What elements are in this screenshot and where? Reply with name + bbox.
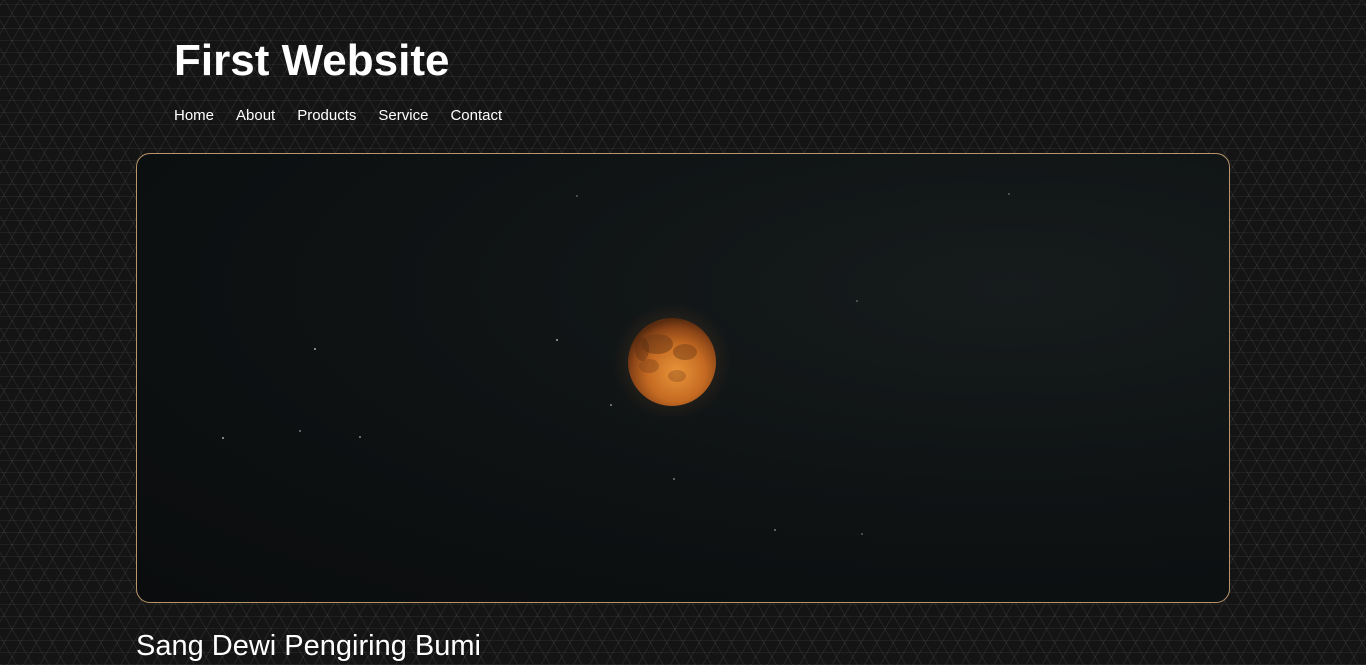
main-nav: Home About Products Service Contact bbox=[174, 106, 524, 126]
moon-night-sky-image bbox=[222, 193, 1010, 535]
nav-link-about[interactable]: About bbox=[236, 106, 275, 126]
nav-link-home[interactable]: Home bbox=[174, 106, 214, 126]
site-title: First Website bbox=[174, 36, 450, 85]
nav-link-products[interactable]: Products bbox=[297, 106, 356, 126]
hero-image bbox=[136, 153, 1230, 603]
section-title: Sang Dewi Pengiring Bumi bbox=[136, 630, 481, 662]
nav-link-service[interactable]: Service bbox=[378, 106, 428, 126]
nav-link-contact[interactable]: Contact bbox=[450, 106, 502, 126]
